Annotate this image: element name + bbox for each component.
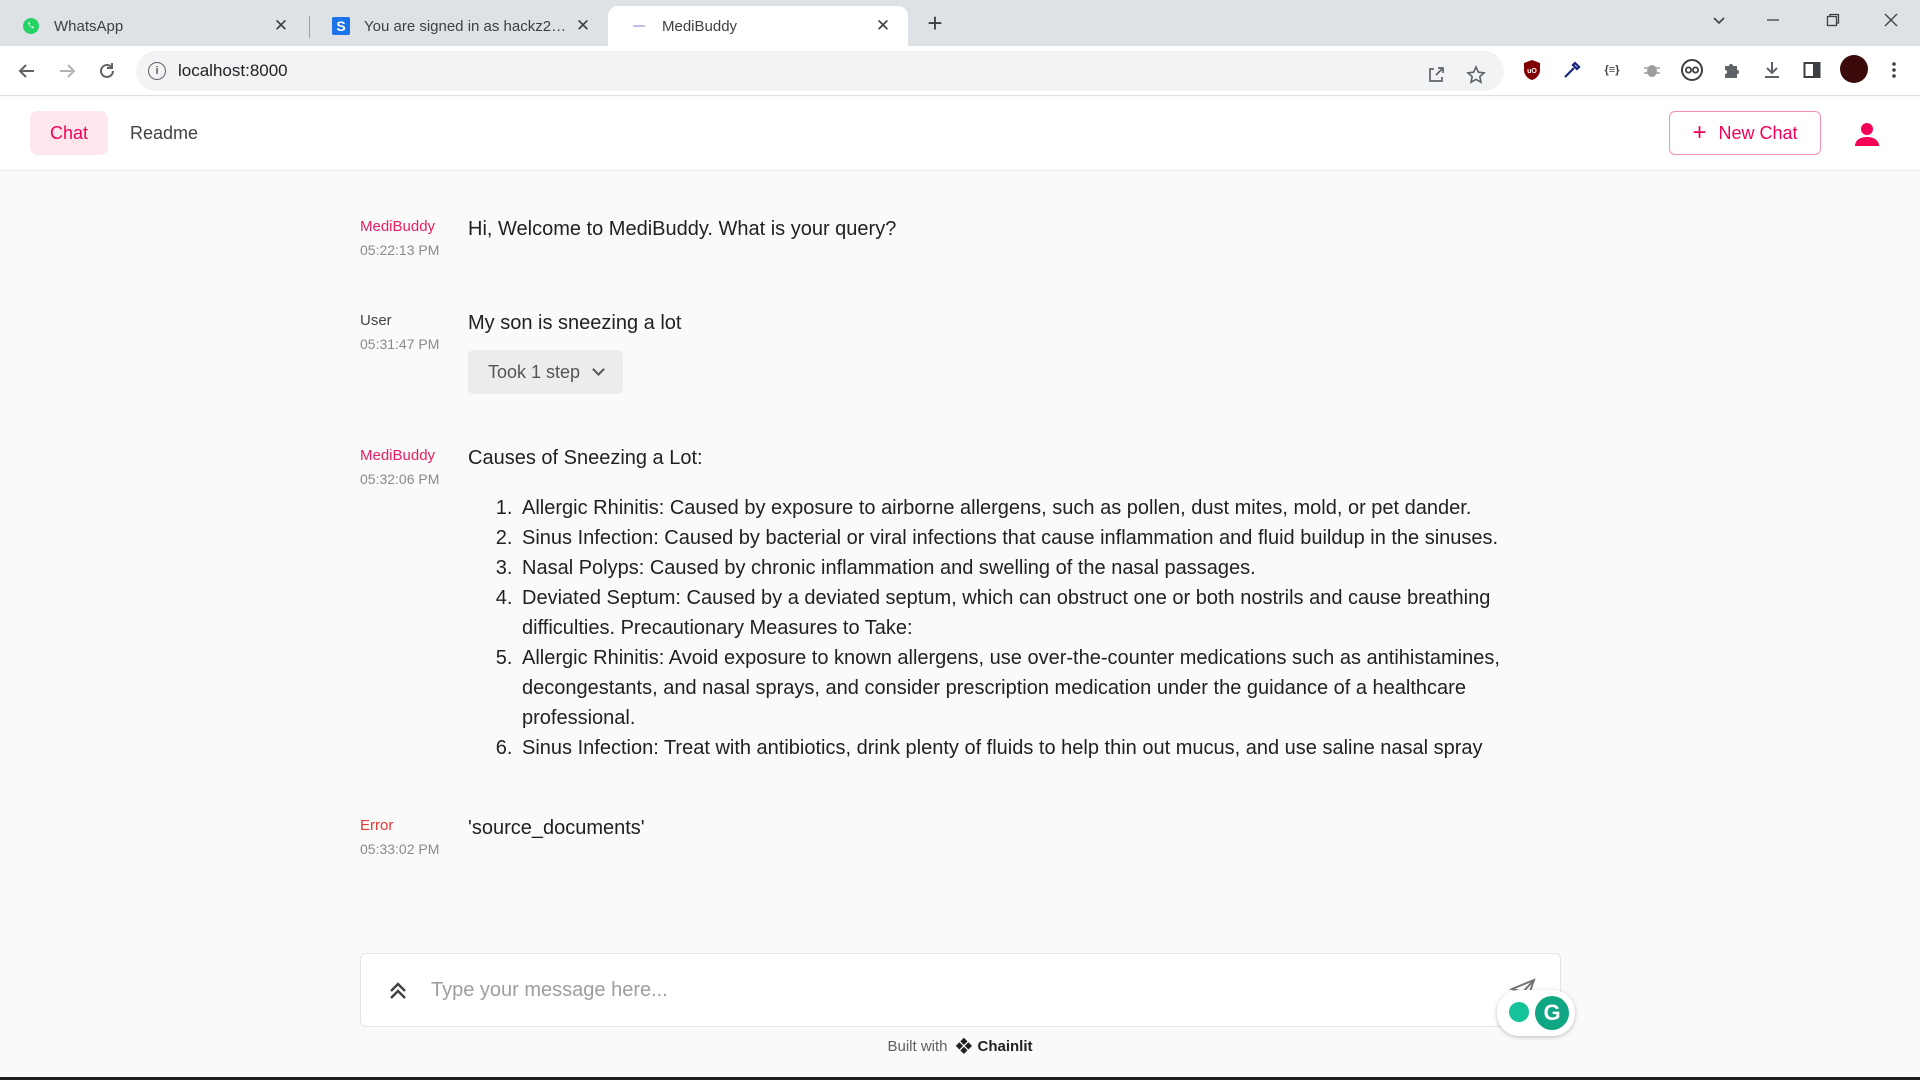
list-item: Allergic Rhinitis: Caused by exposure to… (518, 493, 1568, 523)
minimize-icon[interactable] (1748, 0, 1798, 40)
message-content: 'source_documents' (468, 817, 645, 839)
whatsapp-icon (22, 17, 40, 35)
message-author: User (360, 312, 392, 329)
tab-close-icon[interactable]: ✕ (270, 15, 292, 37)
message-author: MediBuddy (360, 447, 436, 464)
tab-search-icon[interactable] (1694, 0, 1744, 40)
step-label: Took 1 step (488, 362, 581, 382)
s-logo-icon: S (332, 17, 350, 35)
message-timestamp: 05:22:13 PM (360, 242, 440, 258)
url-text: localhost:8000 (178, 61, 288, 80)
list-item: Allergic Rhinitis: Avoid exposure to kno… (518, 643, 1568, 733)
list-item: Sinus Infection: Treat with antibiotics,… (518, 733, 1568, 763)
browser-toolbar: i localhost:8000 uO {≡} (0, 46, 1920, 96)
grammarly-logo-icon: G (1535, 996, 1569, 1030)
message-timestamp: 05:33:02 PM (360, 841, 440, 857)
share-icon[interactable] (1422, 61, 1450, 89)
footer: Built with Chainlit (0, 1036, 1920, 1056)
ublock-icon[interactable]: uO (1518, 56, 1546, 84)
causes-list: Allergic Rhinitis: Caused by exposure to… (494, 493, 1568, 763)
tab-chat[interactable]: Chat (30, 111, 109, 155)
svg-text:uO: uO (1527, 68, 1537, 75)
grammarly-widget[interactable]: G (1497, 990, 1575, 1036)
medibuddy-favicon (630, 17, 648, 35)
message-content: Hi, Welcome to MediBuddy. What is your q… (468, 218, 897, 240)
svg-text:S: S (336, 18, 345, 34)
bug-icon[interactable] (1638, 56, 1666, 84)
restore-icon[interactable] (1808, 0, 1858, 40)
new-chat-label: New Chat (1718, 122, 1798, 143)
message-input[interactable] (431, 970, 1431, 1010)
incognito-glasses-icon[interactable] (1678, 56, 1706, 84)
new-chat-button[interactable]: + New Chat (1669, 111, 1821, 155)
browser-menu-icon[interactable] (1880, 56, 1908, 84)
browser-tab-medibuddy[interactable]: MediBuddy ✕ (608, 6, 908, 46)
message-timestamp: 05:31:47 PM (360, 336, 440, 352)
browser-tab-signed-in[interactable]: S You are signed in as hackz2023 ✕ (310, 6, 608, 46)
chevron-double-up-icon[interactable] (385, 978, 411, 1004)
side-panel-icon[interactable] (1798, 56, 1826, 84)
message-heading: Causes of Sneezing a Lot: (468, 447, 703, 469)
list-item: Deviated Septum: Caused by a deviated se… (518, 583, 1568, 643)
list-item: Sinus Infection: Caused by bacterial or … (518, 523, 1568, 553)
address-bar[interactable]: i localhost:8000 (136, 51, 1504, 91)
new-tab-button[interactable]: + (920, 8, 950, 38)
grammarly-status-icon (1509, 1002, 1529, 1022)
tab-close-icon[interactable]: ✕ (572, 15, 594, 37)
download-icon[interactable] (1758, 56, 1786, 84)
tab-title: You are signed in as hackz2023 (364, 17, 572, 35)
chevron-down-icon (592, 363, 605, 376)
reload-icon[interactable] (92, 56, 122, 86)
site-info-icon[interactable]: i (148, 62, 166, 80)
browser-tab-bar: WhatsApp ✕ S You are signed in as hackz2… (0, 0, 1920, 46)
json-viewer-icon[interactable]: {≡} (1598, 56, 1626, 84)
message-timestamp: 05:32:06 PM (360, 471, 440, 487)
list-item: Nasal Polyps: Caused by chronic inflamma… (518, 553, 1568, 583)
eyedropper-icon[interactable] (1558, 56, 1586, 84)
user-account-icon[interactable] (1852, 119, 1882, 149)
profile-avatar[interactable] (1840, 55, 1868, 83)
forward-arrow-icon[interactable] (52, 56, 82, 86)
message-content-wrap: Causes of Sneezing a Lot: Allergic Rhini… (468, 443, 1568, 763)
chainlit-brand[interactable]: Chainlit (954, 1036, 1033, 1056)
tab-title: WhatsApp (54, 17, 124, 35)
took-step-button[interactable]: Took 1 step (468, 350, 624, 394)
app-header: Chat Readme + New Chat (0, 97, 1920, 171)
extensions-puzzle-icon[interactable] (1718, 56, 1746, 84)
chainlit-label: Chainlit (977, 1037, 1033, 1055)
tab-title: MediBuddy (662, 17, 738, 35)
built-with-text: Built with (887, 1037, 948, 1055)
message-composer (360, 953, 1561, 1027)
chainlit-logo-icon (955, 1037, 972, 1054)
back-arrow-icon[interactable] (12, 56, 42, 86)
plus-icon: + (1692, 119, 1707, 146)
tab-readme[interactable]: Readme (110, 111, 218, 155)
message-author: MediBuddy (360, 218, 436, 235)
message-content: My son is sneezing a lot (468, 312, 682, 334)
bookmark-star-icon[interactable] (1462, 61, 1490, 89)
tab-close-icon[interactable]: ✕ (872, 15, 894, 37)
message-content-wrap: My son is sneezing a lot Took 1 step (468, 308, 1568, 394)
message-author: Error (360, 817, 394, 834)
close-window-icon[interactable] (1866, 0, 1916, 40)
browser-tab-whatsapp[interactable]: WhatsApp ✕ (0, 6, 306, 46)
